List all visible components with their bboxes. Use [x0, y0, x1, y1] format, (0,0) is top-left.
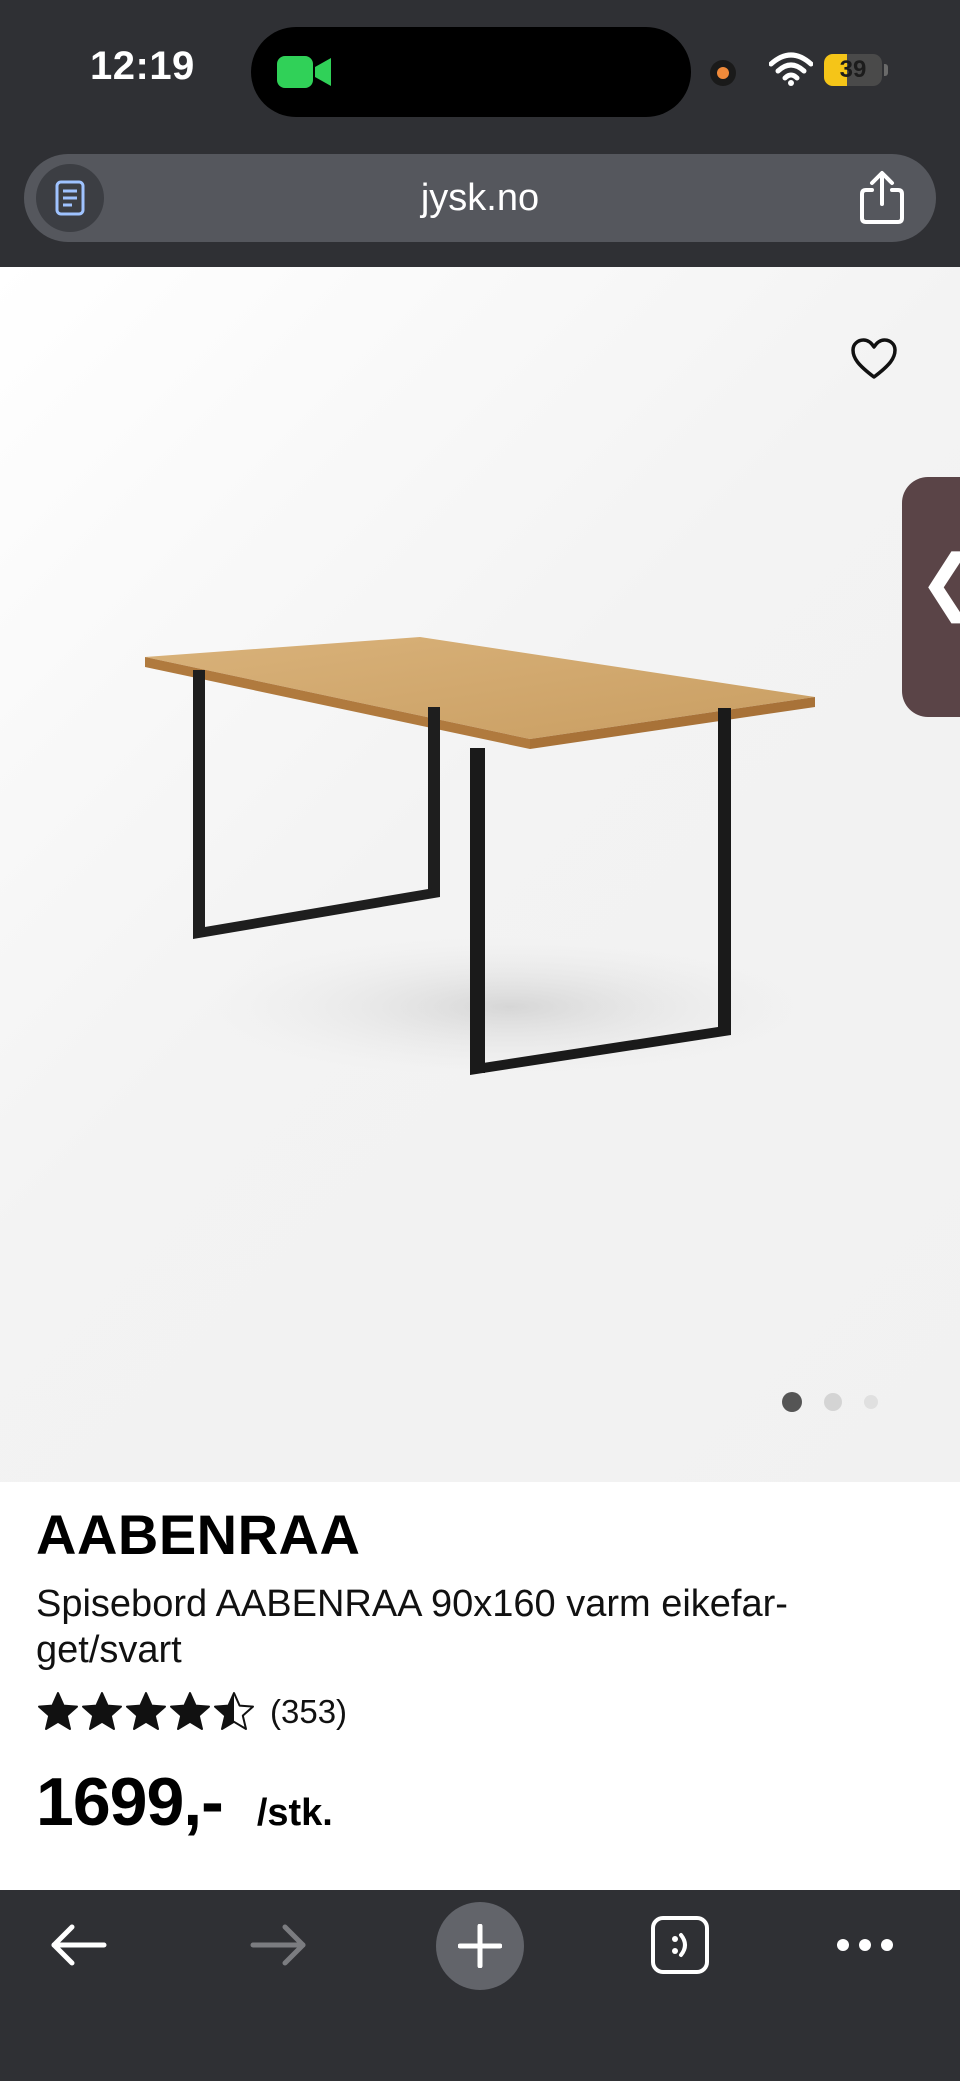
star-icon — [126, 1692, 166, 1730]
heart-icon[interactable] — [850, 337, 898, 381]
carousel-dot[interactable] — [782, 1392, 802, 1412]
more-icon — [837, 1939, 893, 1951]
url-text[interactable]: jysk.no — [24, 154, 936, 242]
browser-top-chrome: 12:19 39 jysk.no — [0, 0, 960, 267]
plus-icon — [458, 1924, 502, 1968]
reader-icon — [55, 180, 85, 216]
review-count[interactable]: (353) — [270, 1693, 347, 1731]
battery-icon: 39 — [824, 54, 888, 86]
dynamic-island — [251, 27, 691, 117]
video-camera-icon — [277, 56, 331, 88]
address-bar[interactable]: jysk.no — [24, 154, 936, 242]
reader-button[interactable] — [36, 164, 104, 232]
product-image-table — [145, 637, 815, 1077]
recording-indicator-icon — [710, 60, 736, 86]
carousel-dot[interactable] — [864, 1395, 878, 1409]
forward-button[interactable] — [234, 1890, 324, 2000]
forward-arrow-icon — [250, 1924, 306, 1966]
star-icon — [38, 1692, 78, 1730]
product-brand: AABENRAA — [36, 1503, 361, 1566]
battery-percent: 39 — [839, 56, 867, 83]
back-arrow-icon — [51, 1924, 107, 1966]
product-info: AABENRAA Spisebord AABENRAA 90x160 varm … — [36, 1502, 924, 1841]
product-price: 1699,- — [36, 1764, 224, 1840]
back-button[interactable] — [33, 1890, 123, 2000]
tabs-button[interactable] — [635, 1890, 725, 2000]
more-button[interactable] — [820, 1890, 910, 2000]
carousel-indicators — [782, 1391, 900, 1413]
wifi-icon — [769, 52, 813, 86]
status-time: 12:19 — [90, 44, 195, 88]
star-icon — [170, 1692, 210, 1730]
product-description: Spisebord AABENRAA 90x160 varm eikefar-g… — [36, 1583, 788, 1671]
price-row: 1699,- /stk. — [36, 1763, 924, 1841]
price-unit: /stk. — [256, 1792, 333, 1834]
share-icon[interactable] — [854, 170, 910, 226]
chevron-left-icon: ❮ — [918, 545, 960, 617]
tabs-icon — [651, 1916, 709, 1974]
carousel-dot[interactable] — [824, 1393, 842, 1411]
star-icon — [82, 1692, 122, 1730]
page-content: ❮ AABENRAA Spisebord AABENRAA 90x160 var… — [0, 267, 960, 1890]
product-rating[interactable]: (353) — [36, 1689, 924, 1735]
rating-stars — [36, 1690, 256, 1734]
star-icon — [214, 1692, 254, 1730]
side-panel-tab[interactable]: ❮ — [902, 477, 960, 717]
browser-toolbar — [0, 1890, 960, 2081]
new-tab-button[interactable] — [436, 1902, 524, 1990]
product-image-carousel[interactable]: ❮ — [0, 267, 960, 1482]
